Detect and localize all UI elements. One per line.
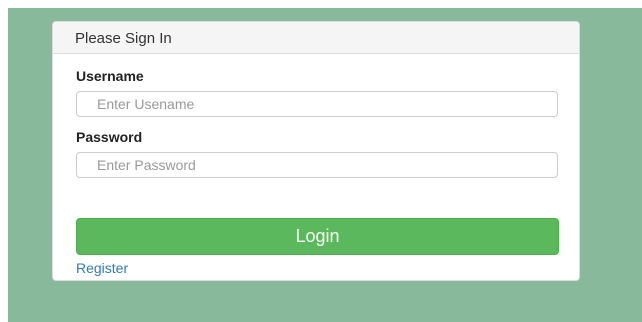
panel-heading: Please Sign In	[53, 22, 579, 54]
password-input[interactable]	[76, 152, 558, 178]
panel-title: Please Sign In	[75, 30, 172, 47]
sign-in-form: Username Password Login Register	[53, 68, 579, 278]
username-input[interactable]	[76, 91, 558, 117]
register-link[interactable]: Register	[76, 260, 128, 276]
sign-in-panel: Please Sign In Username Password Login R…	[52, 21, 580, 281]
login-button[interactable]: Login	[76, 218, 559, 255]
username-label: Username	[76, 68, 144, 84]
password-label: Password	[76, 129, 143, 145]
